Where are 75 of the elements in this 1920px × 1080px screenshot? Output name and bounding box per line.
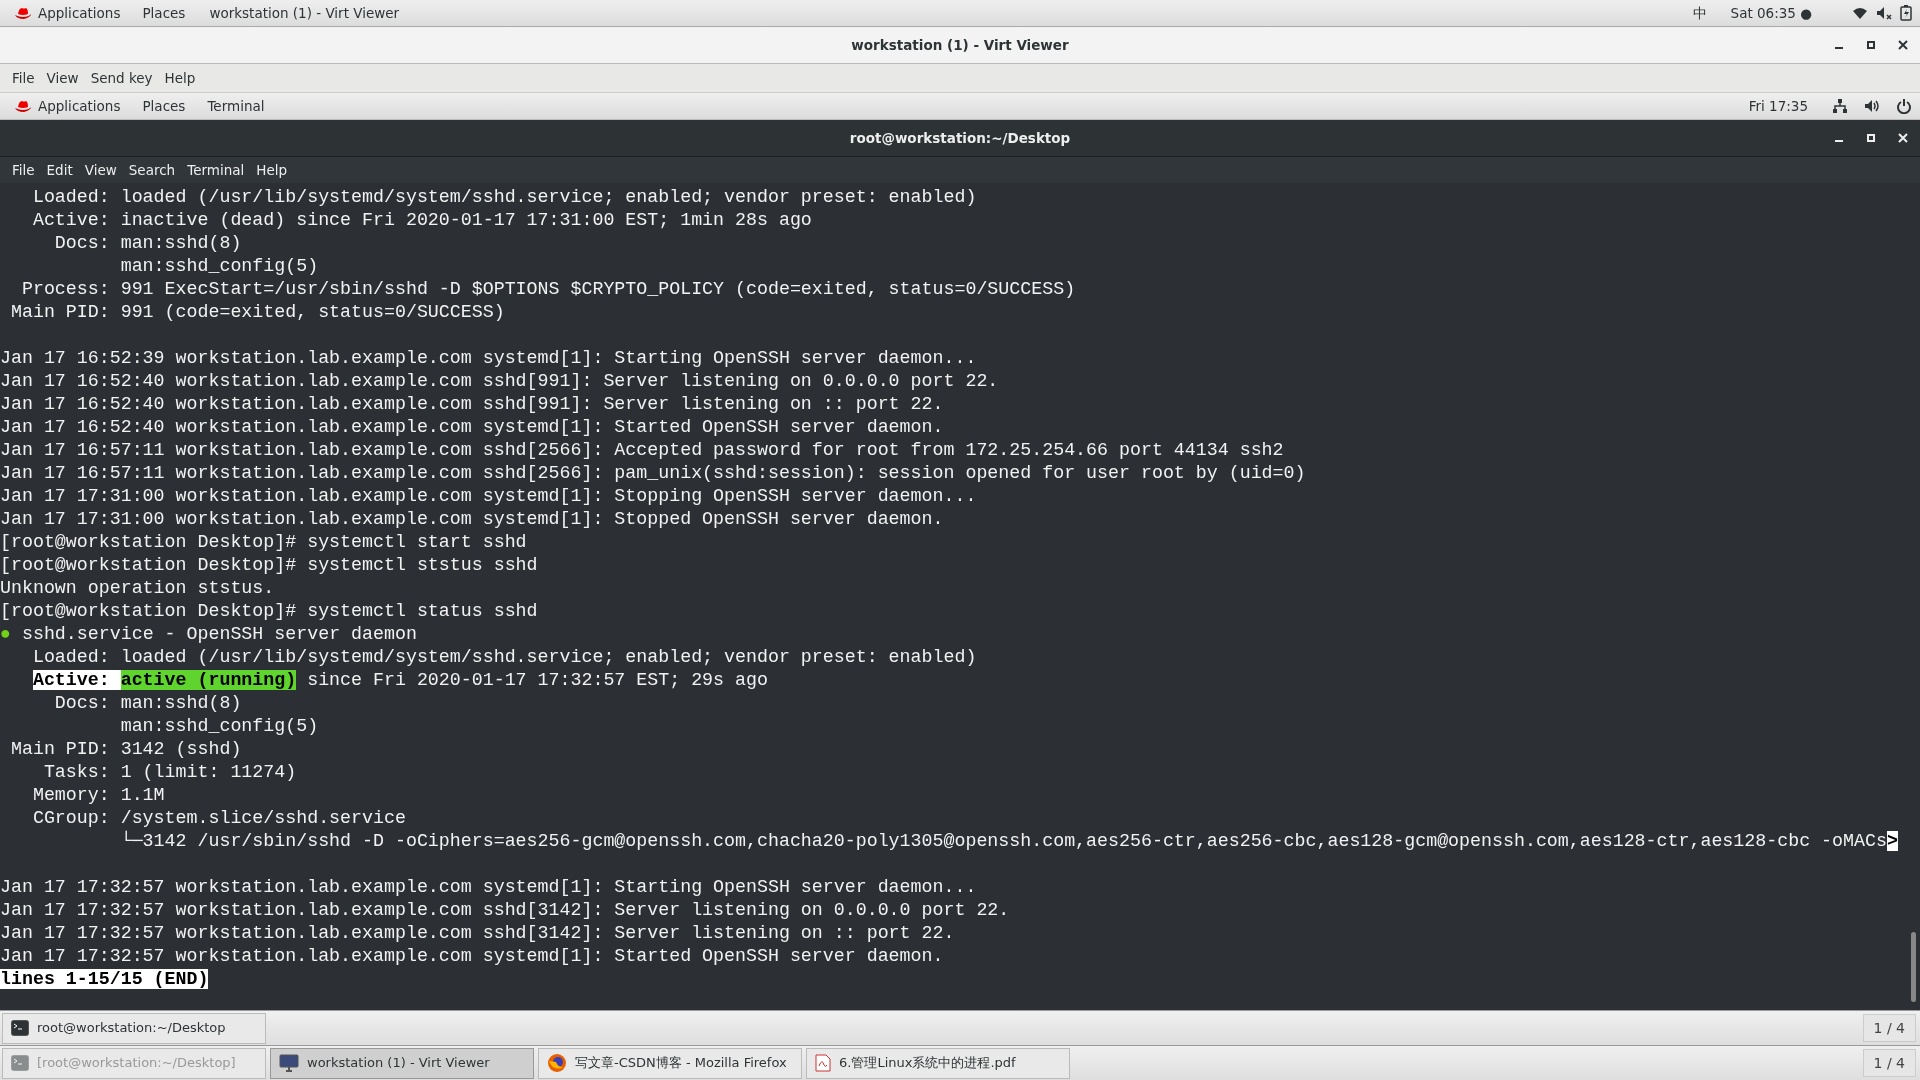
terminal-line: Tasks: 1 (limit: 11274) <box>42 761 298 784</box>
terminal-line: Main PID: 3142 (sshd) <box>9 738 243 761</box>
terminal-line: └─3142 /usr/sbin/sshd -D -oCiphers=aes256-gcm@openssh.com,chacha20-poly1305@openssh.com,aes256-ctr,aes256-cbc,aes128-gcm@openssh.com,aes128-ctr,aes128-cbc -oMACs> <box>119 830 1898 853</box>
scrollbar[interactable] <box>1911 932 1916 1002</box>
menu-item[interactable]: Help <box>250 159 294 181</box>
clock[interactable]: Sat 06:35 ● <box>1730 2 1812 24</box>
terminal-line: Jan 17 16:52:40 workstation.lab.example.com sshd[991]: Server listening on :: port 22. <box>0 393 945 416</box>
terminal-line: Jan 17 17:32:57 workstation.lab.example.com sshd[3142]: Server listening on :: port 22. <box>0 922 956 945</box>
menu-item[interactable]: File <box>6 67 41 89</box>
menu-item[interactable]: View <box>78 159 123 181</box>
workspace-indicator[interactable]: 1 / 4 <box>1862 1014 1916 1042</box>
taskbar-item[interactable]: root@workstation:~/Desktop <box>2 1012 266 1044</box>
terminal-line: Docs: man:sshd(8) <box>53 232 243 255</box>
terminal-line: Jan 17 17:31:00 workstation.lab.example.com systemd[1]: Stopping OpenSSH server daemon... <box>0 485 978 508</box>
terminal-line: Unknown operation ststus. <box>0 577 276 600</box>
browser-icon <box>547 1053 567 1073</box>
menu-item[interactable]: View <box>40 67 85 89</box>
active-window-title: workstation (1) - Virt Viewer <box>209 3 400 23</box>
document-icon <box>815 1054 831 1072</box>
wifi-icon[interactable] <box>1852 6 1868 20</box>
menu-item[interactable]: Edit <box>40 159 79 181</box>
terminal-line: Loaded: loaded (/usr/lib/systemd/system/sshd.service; enabled; vendor preset: enabled) <box>31 186 978 209</box>
terminal-line: Jan 17 17:32:57 workstation.lab.example.com systemd[1]: Started OpenSSH server daemon. <box>0 945 945 968</box>
terminal-icon <box>11 1055 29 1071</box>
menu-button[interactable]: Applications <box>8 95 127 117</box>
menu-button[interactable]: Places <box>136 2 192 24</box>
close-icon[interactable] <box>1898 40 1908 50</box>
terminal-line: Active: active (running) since Fri 2020-01-17 17:32:57 EST; 29s ago <box>31 669 768 692</box>
terminal-line: [root@workstation Desktop]# systemctl start sshd <box>0 531 528 554</box>
clock[interactable]: Fri 17:35 <box>1748 95 1808 117</box>
terminal-line: Jan 17 16:52:40 workstation.lab.example.com sshd[991]: Server listening on 0.0.0.0 port 22. <box>0 370 1000 393</box>
menu-item[interactable]: Help <box>158 67 202 89</box>
terminal-line: Active: inactive (dead) since Fri 2020-01-17 17:31:00 EST; 1min 28s ago <box>31 209 813 232</box>
terminal-line: Memory: 1.1M <box>31 784 166 807</box>
power-icon[interactable] <box>1896 98 1912 114</box>
taskbar-item[interactable]: 写文章-CSDN博客 - Mozilla Firefox <box>538 1047 802 1079</box>
volume-muted-icon[interactable] <box>1876 6 1892 20</box>
taskbar-item[interactable]: workstation (1) - Virt Viewer <box>270 1047 534 1079</box>
menu-button[interactable]: Terminal <box>201 95 271 117</box>
terminal-line: Jan 17 17:31:00 workstation.lab.example.com systemd[1]: Stopped OpenSSH server daemon. <box>0 508 945 531</box>
terminal-line: Jan 17 16:52:39 workstation.lab.example.com systemd[1]: Starting OpenSSH server daemon... <box>0 347 978 370</box>
menu-item[interactable]: File <box>6 159 41 181</box>
window-title: workstation (1) - Virt Viewer <box>851 35 1069 55</box>
terminal-line: [root@workstation Desktop]# systemctl ststus sshd <box>0 554 539 577</box>
hat-icon <box>14 99 32 113</box>
taskbar-item[interactable]: 6.管理Linux系统中的进程.pdf <box>806 1047 1070 1079</box>
terminal-line: Jan 17 17:32:57 workstation.lab.example.com sshd[3142]: Server listening on 0.0.0.0 port 22. <box>0 899 1011 922</box>
menu-item[interactable]: Send key <box>84 67 159 89</box>
maximize-icon[interactable] <box>1866 40 1876 50</box>
terminal-line: Jan 17 16:57:11 workstation.lab.example.com sshd[2566]: pam_unix(sshd:session): session opened for user root by (uid=0) <box>0 462 1307 485</box>
input-method-indicator[interactable]: 中 <box>1692 2 1707 24</box>
terminal-line: Jan 17 17:32:57 workstation.lab.example.com systemd[1]: Starting OpenSSH server daemon... <box>0 876 978 899</box>
menu-button[interactable]: Applications <box>8 2 127 24</box>
terminal-line: Jan 17 16:52:40 workstation.lab.example.com systemd[1]: Started OpenSSH server daemon. <box>0 416 945 439</box>
terminal-line: man:sshd_config(5) <box>119 715 320 738</box>
window-title: root@workstation:~/Desktop <box>849 128 1071 148</box>
terminal-line: [root@workstation Desktop]# systemctl status sshd <box>0 600 539 623</box>
terminal-line: man:sshd_config(5) <box>119 255 320 278</box>
terminal-line: ● sshd.service - OpenSSH server daemon <box>0 623 417 646</box>
menu-item[interactable]: Terminal <box>181 159 251 181</box>
terminal-line: CGroup: /system.slice/sshd.service <box>31 807 407 830</box>
terminal-line: Docs: man:sshd(8) <box>53 692 243 715</box>
terminal-icon <box>11 1020 29 1036</box>
monitor-icon <box>279 1054 299 1072</box>
terminal-line: Jan 17 16:57:11 workstation.lab.example.com sshd[2566]: Accepted password for root from 172.25.254.66 port 44134 ssh2 <box>0 439 1285 462</box>
terminal-line: Loaded: loaded (/usr/lib/systemd/system/sshd.service; enabled; vendor preset: enabled) <box>31 646 978 669</box>
battery-icon[interactable] <box>1900 5 1912 21</box>
network-icon[interactable] <box>1832 98 1848 114</box>
hat-icon <box>14 6 32 20</box>
menu-button[interactable]: Places <box>136 95 192 117</box>
terminal-line: Main PID: 991 (code=exited, status=0/SUCCESS) <box>9 301 506 324</box>
menu-item[interactable]: Search <box>122 159 182 181</box>
workspace-indicator[interactable]: 1 / 4 <box>1862 1049 1916 1077</box>
terminal-line: Process: 991 ExecStart=/usr/sbin/sshd -D $OPTIONS $CRYPTO_POLICY (code=exited, status=0/SUCCESS) <box>20 278 1077 301</box>
volume-icon[interactable] <box>1864 99 1880 113</box>
